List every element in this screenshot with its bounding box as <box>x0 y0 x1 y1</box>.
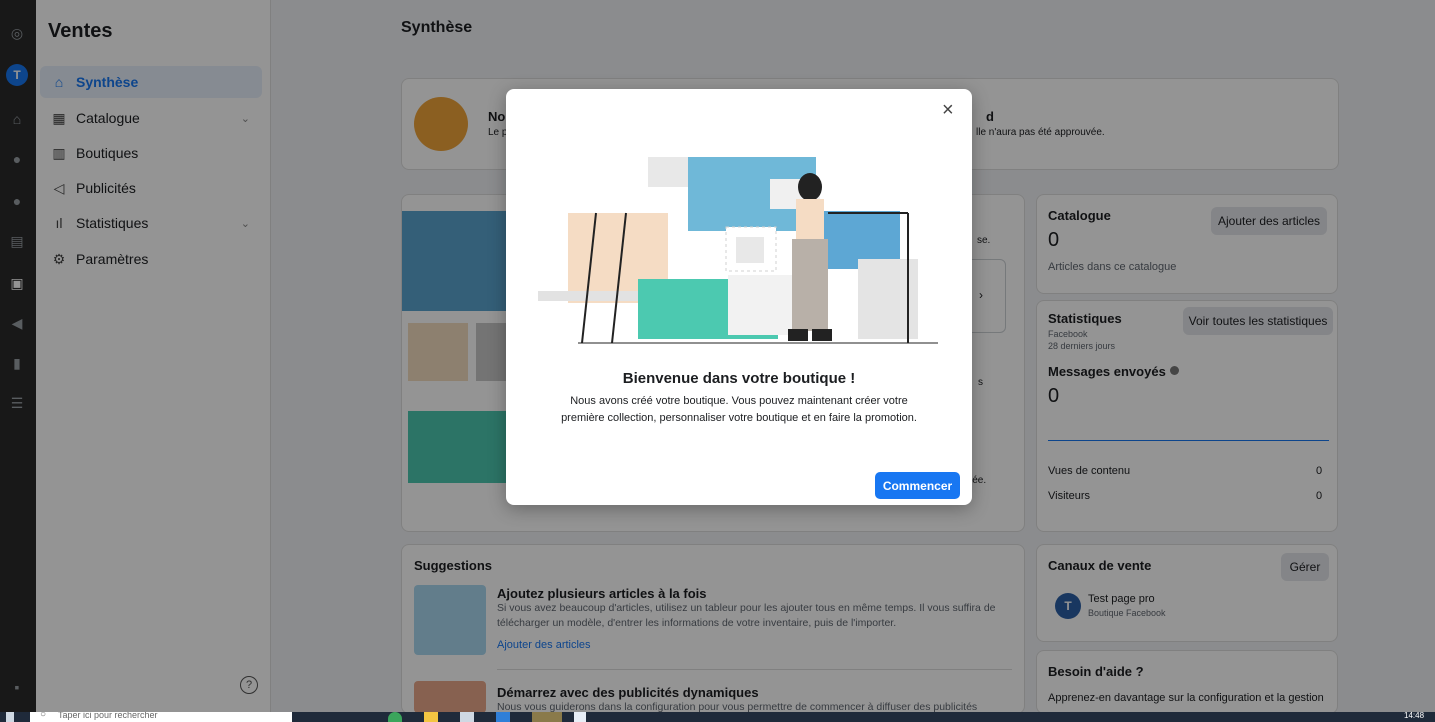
start-button[interactable]: Commencer <box>875 472 960 499</box>
shop-illustration <box>538 157 938 344</box>
modal-body: Nous avons créé votre boutique. Vous pou… <box>561 395 917 424</box>
app-icon[interactable] <box>496 712 510 722</box>
search-placeholder: Taper ici pour rechercher <box>58 712 158 720</box>
folder-icon[interactable] <box>424 712 438 722</box>
windows-start-icon[interactable] <box>6 712 14 722</box>
taskbar-search[interactable]: ○ Taper ici pour rechercher <box>30 712 292 722</box>
modal-title: Bienvenue dans votre boutique ! <box>622 370 856 387</box>
chrome-icon[interactable] <box>388 712 402 722</box>
document-icon[interactable] <box>574 712 586 722</box>
welcome-modal: × Bienvenue dans votre boutique ! Nous a… <box>506 89 972 505</box>
clock-time: 14:48 <box>1404 711 1425 720</box>
os-taskbar: ○ Taper ici pour rechercher 14:48 <box>0 711 1435 722</box>
store-icon[interactable] <box>460 712 474 722</box>
app-icon[interactable] <box>532 712 562 722</box>
close-icon[interactable]: × <box>942 99 954 122</box>
search-icon: ○ <box>40 712 47 720</box>
